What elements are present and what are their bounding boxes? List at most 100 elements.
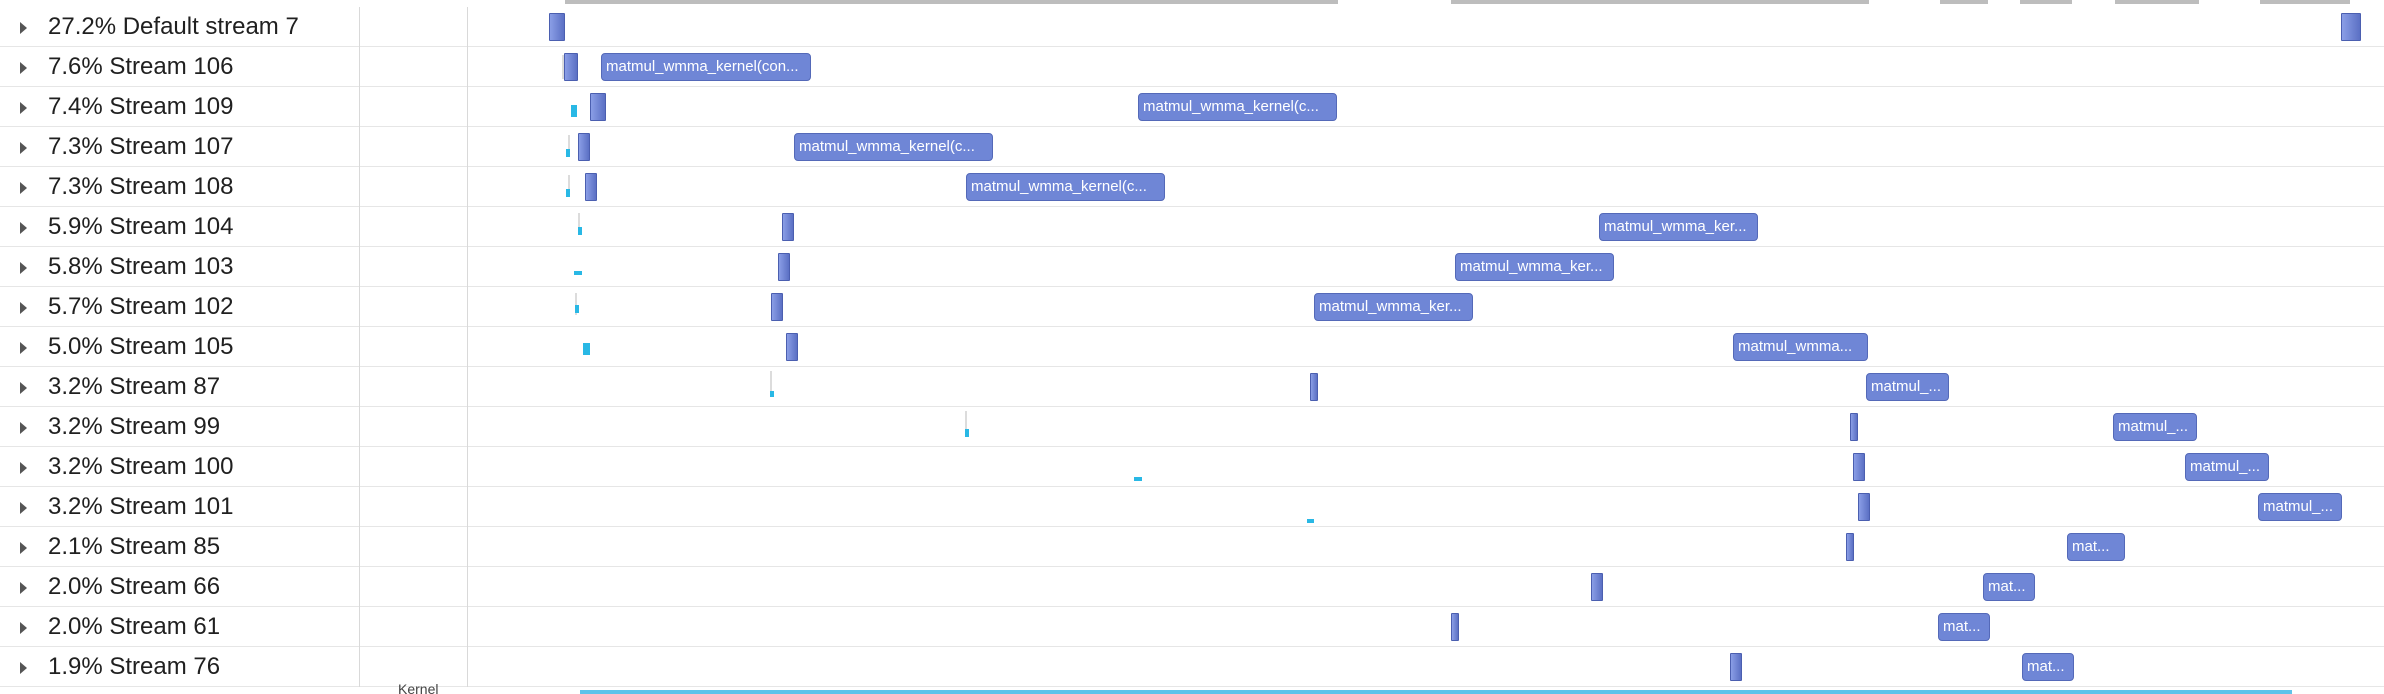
expand-caret-icon[interactable] — [20, 142, 27, 154]
kernel-bar[interactable] — [1451, 613, 1459, 641]
stream-timeline-track[interactable]: mat... — [468, 567, 2384, 607]
stream-row[interactable]: 1.9% Stream 76 mat... — [0, 647, 2384, 687]
kernel-bar[interactable] — [590, 93, 606, 121]
expand-caret-icon[interactable] — [20, 102, 27, 114]
kernel-block[interactable]: matmul_wmma_kernel(c... — [1138, 93, 1337, 121]
kernel-bar[interactable] — [1591, 573, 1603, 601]
memcpy-marker[interactable] — [965, 429, 969, 437]
expand-caret-icon[interactable] — [20, 502, 27, 514]
stream-row[interactable]: 7.4% Stream 109 matmul_wmma_kernel(c... — [0, 87, 2384, 127]
stream-timeline-track[interactable] — [468, 7, 2384, 47]
stream-row-header[interactable]: 2.0% Stream 66 — [0, 567, 360, 607]
kernel-block[interactable]: matmul_... — [2113, 413, 2197, 441]
stream-row-header[interactable]: 3.2% Stream 101 — [0, 487, 360, 527]
stream-row[interactable]: 5.7% Stream 102 matmul_wmma_ker... — [0, 287, 2384, 327]
kernel-block[interactable]: mat... — [1983, 573, 2035, 601]
kernel-block[interactable]: matmul_wmma_kernel(c... — [794, 133, 993, 161]
expand-caret-icon[interactable] — [20, 262, 27, 274]
stream-row-header[interactable]: 3.2% Stream 87 — [0, 367, 360, 407]
expand-caret-icon[interactable] — [20, 662, 27, 674]
stream-timeline-track[interactable]: matmul_wmma... — [468, 327, 2384, 367]
stream-row[interactable]: 27.2% Default stream 7 — [0, 7, 2384, 47]
kernel-bar[interactable] — [1846, 533, 1854, 561]
stream-timeline-track[interactable]: matmul_... — [468, 407, 2384, 447]
memcpy-marker[interactable] — [571, 105, 577, 117]
stream-row-header[interactable]: 27.2% Default stream 7 — [0, 7, 360, 47]
memcpy-marker[interactable] — [566, 149, 570, 157]
kernel-block[interactable]: mat... — [2067, 533, 2125, 561]
stream-row[interactable]: 2.0% Stream 61 mat... — [0, 607, 2384, 647]
kernel-block[interactable]: matmul_... — [2258, 493, 2342, 521]
expand-caret-icon[interactable] — [20, 582, 27, 594]
memcpy-marker[interactable] — [575, 305, 579, 313]
kernel-block[interactable]: matmul_... — [2185, 453, 2269, 481]
stream-row-header[interactable]: 7.3% Stream 108 — [0, 167, 360, 207]
stream-row[interactable]: 3.2% Stream 87 matmul_... — [0, 367, 2384, 407]
kernel-block[interactable]: matmul_wmma... — [1733, 333, 1868, 361]
kernel-block[interactable]: mat... — [1938, 613, 1990, 641]
kernel-block[interactable]: matmul_wmma_ker... — [1314, 293, 1473, 321]
kernel-block[interactable]: matmul_wmma_ker... — [1599, 213, 1758, 241]
stream-row[interactable]: 2.1% Stream 85 mat... — [0, 527, 2384, 567]
expand-caret-icon[interactable] — [20, 462, 27, 474]
stream-row-header[interactable]: 5.9% Stream 104 — [0, 207, 360, 247]
stream-row-header[interactable]: 5.7% Stream 102 — [0, 287, 360, 327]
kernel-bar[interactable] — [786, 333, 798, 361]
stream-timeline-track[interactable]: matmul_... — [468, 487, 2384, 527]
memcpy-marker[interactable] — [574, 271, 582, 275]
expand-caret-icon[interactable] — [20, 342, 27, 354]
stream-timeline-track[interactable]: matmul_wmma_ker... — [468, 287, 2384, 327]
stream-row-header[interactable]: 7.3% Stream 107 — [0, 127, 360, 167]
expand-caret-icon[interactable] — [20, 542, 27, 554]
stream-row[interactable]: 2.0% Stream 66 mat... — [0, 567, 2384, 607]
stream-row[interactable]: 7.6% Stream 106 matmul_wmma_kernel(con... — [0, 47, 2384, 87]
memcpy-marker[interactable] — [566, 189, 570, 197]
kernel-block[interactable]: matmul_wmma_kernel(con... — [601, 53, 811, 81]
stream-timeline-track[interactable]: matmul_wmma_kernel(c... — [468, 127, 2384, 167]
kernel-block[interactable]: matmul_wmma_ker... — [1455, 253, 1614, 281]
stream-timeline-track[interactable]: matmul_wmma_kernel(c... — [468, 87, 2384, 127]
kernel-bar[interactable] — [1853, 453, 1865, 481]
memcpy-marker[interactable] — [578, 227, 582, 235]
stream-row-header[interactable]: 7.4% Stream 109 — [0, 87, 360, 127]
stream-timeline-track[interactable]: matmul_wmma_ker... — [468, 247, 2384, 287]
stream-timeline-track[interactable]: mat... — [468, 607, 2384, 647]
kernel-bar[interactable] — [782, 213, 794, 241]
stream-row-header[interactable]: 3.2% Stream 99 — [0, 407, 360, 447]
kernel-bar[interactable] — [1858, 493, 1870, 521]
kernel-block[interactable]: mat... — [2022, 653, 2074, 681]
stream-timeline-track[interactable]: matmul_wmma_kernel(con... — [468, 47, 2384, 87]
stream-timeline-track[interactable]: mat... — [468, 647, 2384, 687]
stream-row-header[interactable]: 7.6% Stream 106 — [0, 47, 360, 87]
kernel-bar[interactable] — [2341, 13, 2361, 41]
kernel-bar[interactable] — [585, 173, 597, 201]
stream-row-header[interactable]: 3.2% Stream 100 — [0, 447, 360, 487]
expand-caret-icon[interactable] — [20, 422, 27, 434]
memcpy-marker[interactable] — [1307, 519, 1314, 523]
stream-row[interactable]: 3.2% Stream 99 matmul_... — [0, 407, 2384, 447]
stream-row[interactable]: 3.2% Stream 100 matmul_... — [0, 447, 2384, 487]
expand-caret-icon[interactable] — [20, 62, 27, 74]
stream-row[interactable]: 5.9% Stream 104 matmul_wmma_ker... — [0, 207, 2384, 247]
expand-caret-icon[interactable] — [20, 622, 27, 634]
stream-timeline-track[interactable]: matmul_wmma_kernel(c... — [468, 167, 2384, 207]
stream-row[interactable]: 5.8% Stream 103 matmul_wmma_ker... — [0, 247, 2384, 287]
kernel-bar[interactable] — [1310, 373, 1318, 401]
stream-row[interactable]: 5.0% Stream 105 matmul_wmma... — [0, 327, 2384, 367]
stream-row-header[interactable]: 5.0% Stream 105 — [0, 327, 360, 367]
stream-row-header[interactable]: 5.8% Stream 103 — [0, 247, 360, 287]
kernel-bar[interactable] — [1730, 653, 1742, 681]
stream-row-header[interactable]: 1.9% Stream 76 — [0, 647, 360, 687]
expand-caret-icon[interactable] — [20, 302, 27, 314]
kernel-bar[interactable] — [1850, 413, 1858, 441]
memcpy-marker[interactable] — [770, 391, 774, 397]
stream-row-header[interactable]: 2.0% Stream 61 — [0, 607, 360, 647]
kernel-bar[interactable] — [564, 53, 578, 81]
kernel-block[interactable]: matmul_... — [1866, 373, 1949, 401]
stream-row[interactable]: 7.3% Stream 107 matmul_wmma_kernel(c... — [0, 127, 2384, 167]
memcpy-marker[interactable] — [1134, 477, 1142, 481]
kernel-block[interactable]: matmul_wmma_kernel(c... — [966, 173, 1165, 201]
stream-timeline-track[interactable]: matmul_wmma_ker... — [468, 207, 2384, 247]
memcpy-marker[interactable] — [583, 343, 590, 355]
kernel-bar[interactable] — [578, 133, 590, 161]
